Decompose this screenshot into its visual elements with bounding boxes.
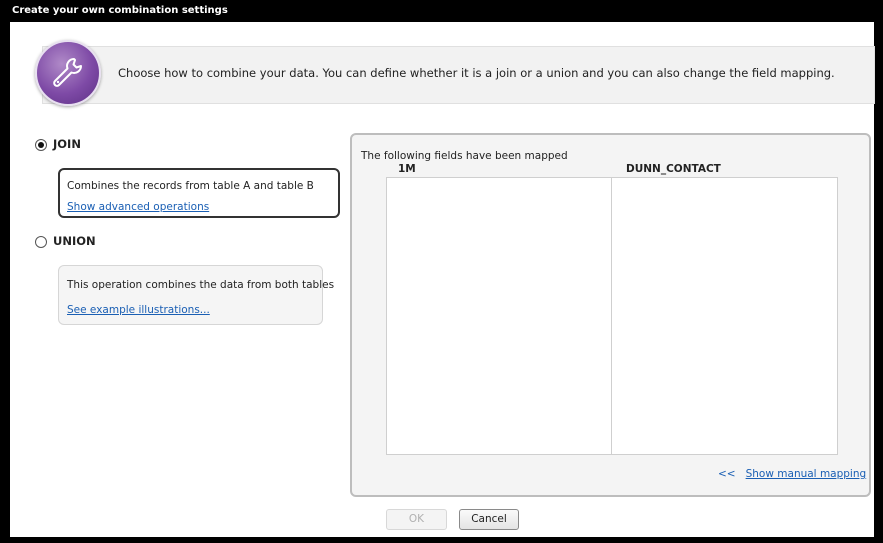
manual-mapping-toggle[interactable]: << Show manual mapping <box>718 468 866 480</box>
column-header-target: DUNN_CONTACT <box>626 163 721 175</box>
field-mapping-table[interactable] <box>386 177 838 455</box>
dialog-window: Create your own combination settings Cho… <box>0 0 883 543</box>
join-label[interactable]: JOIN <box>53 137 81 151</box>
wrench-icon <box>35 40 101 106</box>
join-description: Combines the records from table A and ta… <box>67 180 314 192</box>
see-example-illustrations-link[interactable]: See example illustrations... <box>67 304 210 316</box>
union-label[interactable]: UNION <box>53 234 96 248</box>
window-frame-bottom <box>0 537 883 543</box>
ok-button[interactable]: OK <box>386 509 447 530</box>
column-header-source: 1M <box>398 163 416 175</box>
window-title: Create your own combination settings <box>0 0 883 22</box>
union-option-box[interactable] <box>58 265 323 325</box>
show-manual-mapping-link[interactable]: Show manual mapping <box>746 468 867 480</box>
window-frame-left <box>0 22 10 543</box>
union-description: This operation combines the data from bo… <box>67 279 335 291</box>
show-advanced-operations-link[interactable]: Show advanced operations <box>67 201 209 213</box>
mapping-column-divider <box>611 178 612 454</box>
window-frame-right <box>874 22 883 543</box>
cancel-button[interactable]: Cancel <box>459 509 519 530</box>
double-chevron-left-icon[interactable]: << <box>718 468 736 480</box>
mapping-caption: The following fields have been mapped <box>361 150 568 162</box>
union-radio[interactable] <box>35 236 47 248</box>
header-description: Choose how to combine your data. You can… <box>118 66 835 80</box>
join-radio[interactable] <box>35 139 47 151</box>
